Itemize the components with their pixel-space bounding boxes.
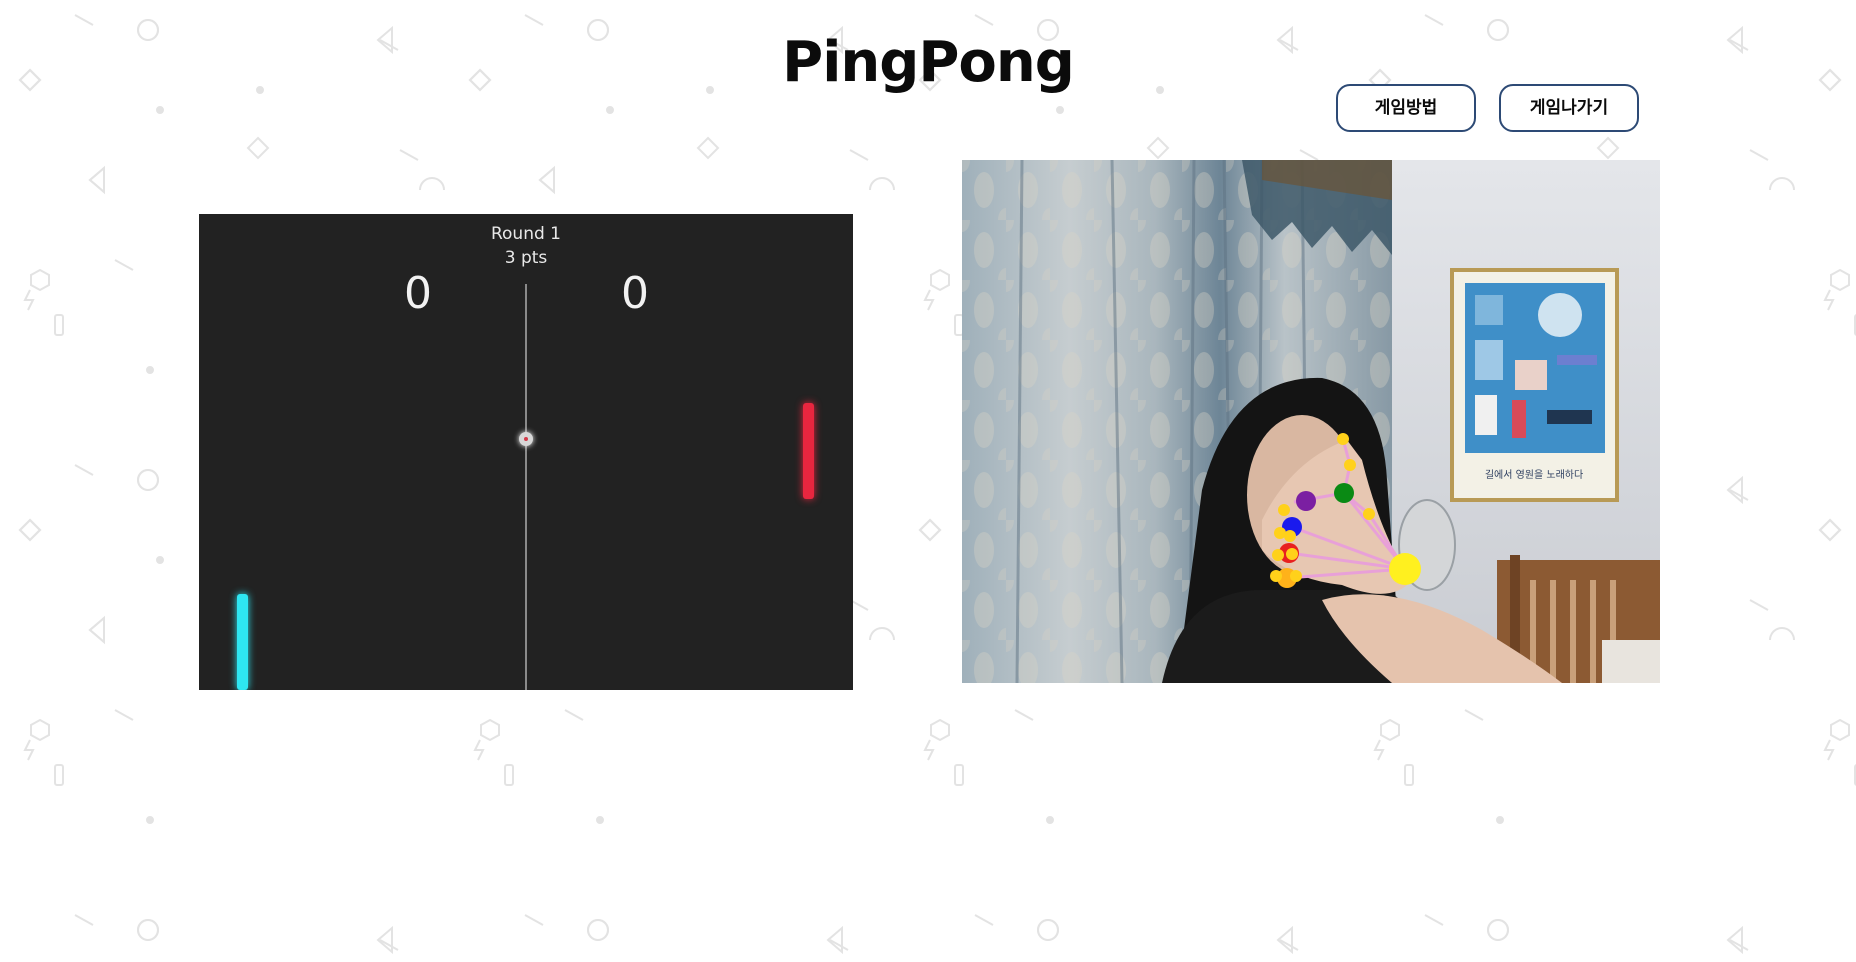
webcam-image: 길에서 영원을 노래하다 — [962, 160, 1660, 683]
points-label: 3 pts — [504, 248, 548, 268]
game-board[interactable]: Round 1 3 pts 0 0 — [199, 214, 853, 690]
right-paddle — [803, 403, 814, 499]
right-player-score: 0 — [621, 268, 649, 319]
how-to-play-button[interactable]: 게임방법 — [1336, 84, 1476, 132]
exit-game-button[interactable]: 게임나가기 — [1499, 84, 1639, 132]
poster-caption: 길에서 영원을 노래하다 — [1485, 468, 1583, 481]
round-info: Round 1 3 pts — [199, 222, 853, 270]
ball — [519, 432, 533, 446]
left-paddle — [237, 594, 248, 690]
webcam-feed: 길에서 영원을 노래하다 — [962, 160, 1660, 683]
center-net — [525, 284, 527, 690]
round-label: Round 1 — [490, 224, 561, 244]
left-player-score: 0 — [404, 268, 432, 319]
